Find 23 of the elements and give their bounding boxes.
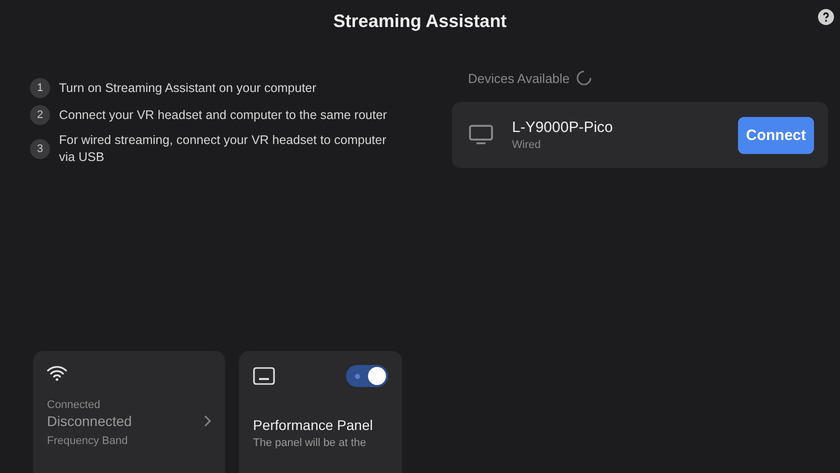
connection-type: Wired: [512, 139, 542, 151]
band-label: Frequency Band: [47, 435, 129, 447]
network-card[interactable]: Connected Disconnected Frequency Band: [33, 351, 225, 473]
connect-button[interactable]: Connect: [738, 116, 814, 154]
monitor-icon: [468, 124, 494, 146]
screen-icon: [253, 367, 275, 385]
chevron-right-icon: [203, 415, 211, 427]
step-text: Connect your VR headset and computer to the same router: [59, 106, 388, 124]
step-text: Turn on Streaming Assistant on your computer: [59, 80, 318, 96]
card-description: The panel will be at the: [253, 437, 368, 449]
step-number: 2: [30, 105, 50, 125]
step-text: For wired streaming, connect your VR headset to computer via USB: [59, 132, 388, 166]
window-title: Streaming Assistant: [333, 10, 507, 32]
status-value: Disconnected: [47, 413, 132, 429]
wifi-icon: [47, 365, 67, 381]
device-name: L-Y9000P-Pico: [512, 119, 614, 136]
status-label: Connected: [47, 399, 102, 411]
section-heading: Devices Available: [468, 70, 570, 86]
step-number: 1: [30, 78, 50, 98]
toggle-switch[interactable]: [346, 365, 388, 387]
step-number: 3: [30, 138, 50, 159]
card-title: Performance Panel: [253, 417, 374, 433]
help-icon[interactable]: [818, 9, 834, 25]
